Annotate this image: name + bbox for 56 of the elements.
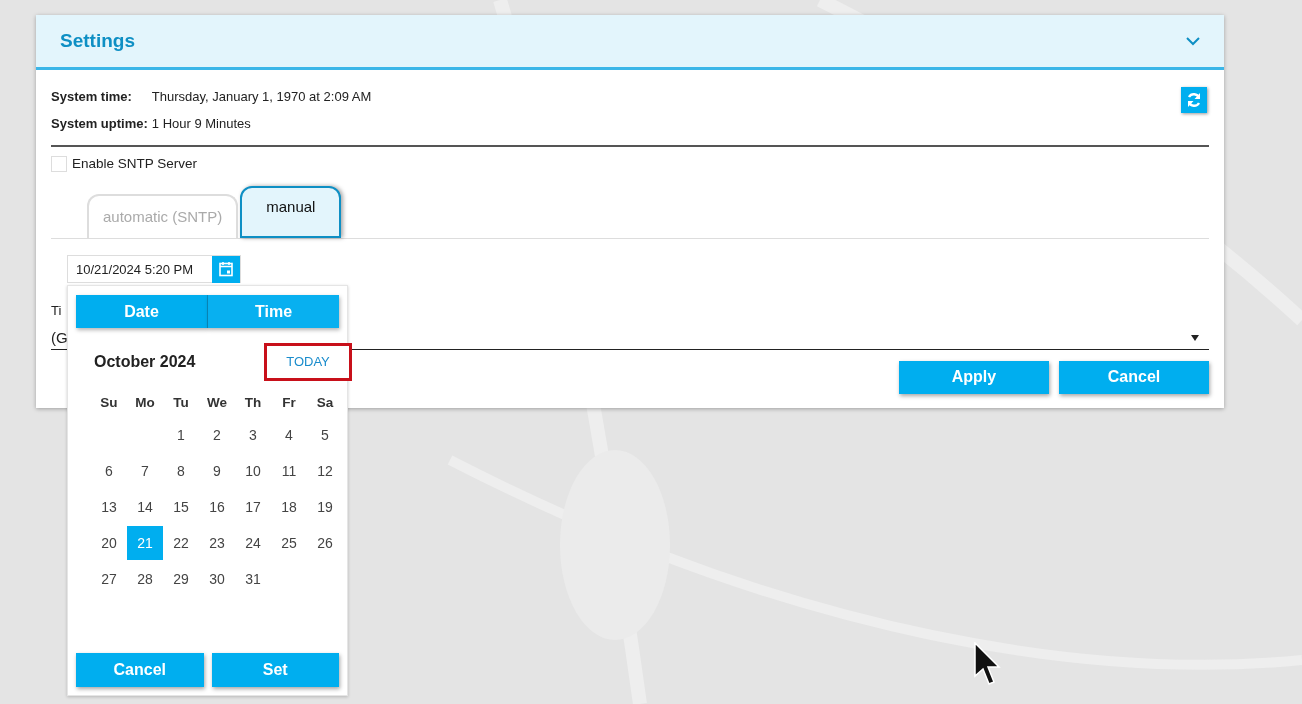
refresh-icon (1186, 92, 1202, 108)
calendar-day[interactable]: 16 (199, 490, 235, 524)
calendar-day[interactable]: 20 (91, 526, 127, 560)
dropdown-arrow-icon (1191, 334, 1199, 341)
calendar-day[interactable]: 10 (235, 454, 271, 488)
calendar-day[interactable]: 17 (235, 490, 271, 524)
weekday-label: Su (99, 393, 119, 412)
panel-title: Settings (60, 28, 135, 53)
weekday-label: Th (243, 393, 263, 412)
calendar-day[interactable]: 7 (127, 454, 163, 488)
info-value: Thursday, January 1, 1970 at 2:09 AM (151, 88, 372, 106)
calendar-day[interactable]: 2 (199, 418, 235, 452)
calendar-day[interactable]: 3 (235, 418, 271, 452)
calendar-day[interactable]: 4 (271, 418, 307, 452)
calendar-day[interactable]: 25 (271, 526, 307, 560)
calendar-day[interactable]: 5 (307, 418, 343, 452)
weekday-label: Fr (281, 393, 297, 412)
datetime-field[interactable]: 10/21/2024 5:20 PM (67, 255, 241, 284)
mouse-cursor-icon (974, 642, 1002, 686)
calendar-day[interactable]: 14 (127, 490, 163, 524)
calendar-day[interactable]: 26 (307, 526, 343, 560)
calendar-day[interactable]: 9 (199, 454, 235, 488)
refresh-button[interactable] (1181, 87, 1207, 113)
tab[interactable]: manual (240, 186, 342, 239)
calendar-day[interactable]: 30 (199, 562, 235, 596)
weekday-label: Tu (172, 393, 190, 412)
today-button[interactable]: TODAY (264, 343, 352, 381)
info-value: 1 Hour 9 Minutes (151, 114, 251, 133)
calendar-day[interactable]: 13 (91, 490, 127, 524)
calendar-day[interactable]: 19 (307, 490, 343, 524)
calendar-day[interactable]: 22 (163, 526, 199, 560)
timezone-label: Ti (51, 302, 62, 321)
calendar-day[interactable]: 15 (163, 490, 199, 524)
calendar-icon (219, 261, 233, 278)
info-label: System time: (51, 88, 132, 106)
calendar-day[interactable]: 23 (199, 526, 235, 560)
calendar-day[interactable]: 12 (307, 454, 343, 488)
calendar-day[interactable]: 8 (163, 454, 199, 488)
weekday-label: Mo (134, 393, 156, 412)
calendar-day[interactable]: 6 (91, 454, 127, 488)
checkbox[interactable] (51, 156, 67, 173)
calendar-day[interactable]: 18 (271, 490, 307, 524)
weekday-label: Sa (315, 393, 335, 412)
weekday-label: We (206, 393, 228, 412)
info-label: System uptime: (51, 114, 148, 133)
month-title: October 2024 (94, 352, 196, 372)
calendar-day[interactable]: 31 (235, 562, 271, 596)
calendar-button[interactable] (212, 255, 240, 283)
calendar-day[interactable]: 27 (91, 562, 127, 596)
calendar-day[interactable]: 29 (163, 562, 199, 596)
calendar-day[interactable]: 24 (235, 526, 271, 560)
calendar-day[interactable]: 11 (271, 454, 307, 488)
checkbox-label: Enable SNTP Server (72, 155, 198, 173)
calendar-day[interactable]: 28 (127, 562, 163, 596)
calendar-day[interactable]: 1 (163, 418, 199, 452)
chevron-icon[interactable] (1186, 36, 1200, 46)
